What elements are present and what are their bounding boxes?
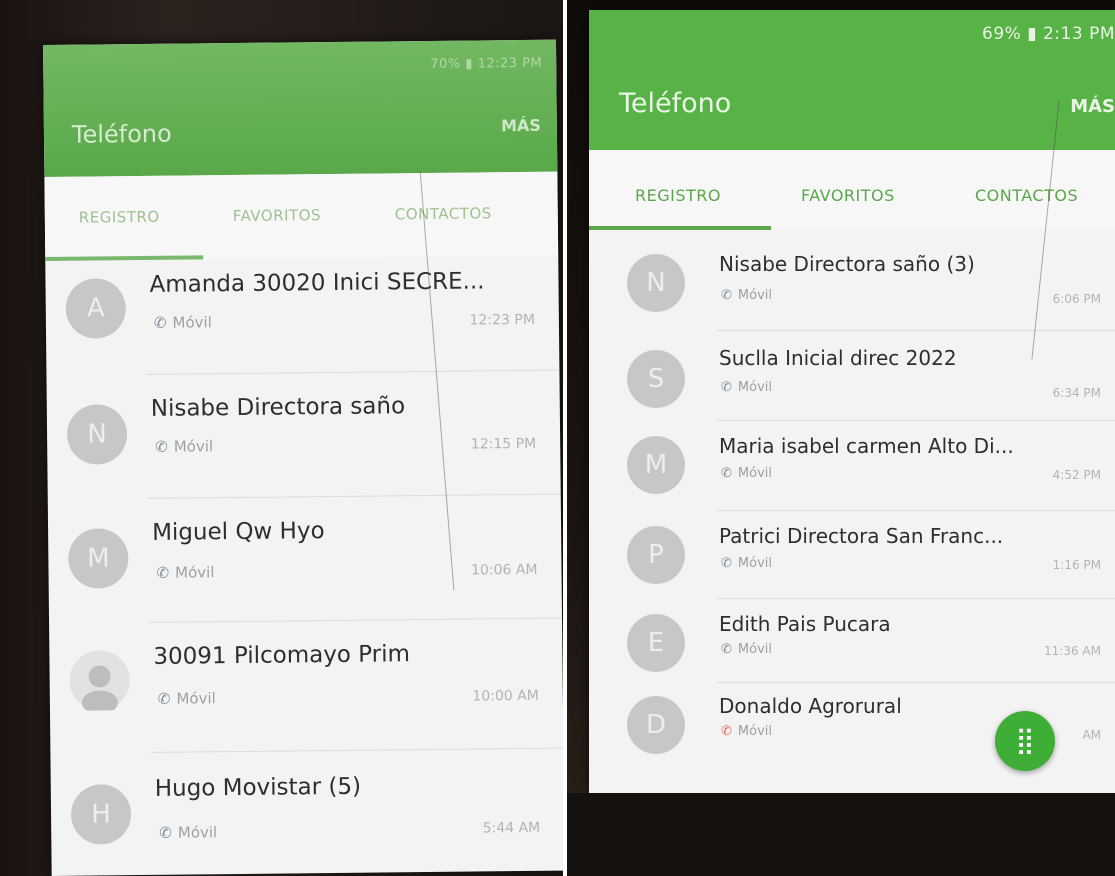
- right-call-row-4[interactable]: E Edith Pais Pucara ✆ Móvil 11:36 AM: [589, 598, 1115, 683]
- call-type: Móvil: [737, 724, 772, 739]
- contact-avatar: A: [65, 278, 127, 339]
- call-type: Móvil: [737, 380, 772, 395]
- left-call-row-0[interactable]: A Amanda 30020 Inici SECRE... ✆ Móvil 12:…: [45, 256, 560, 381]
- left-more-button[interactable]: MÁS: [501, 116, 541, 135]
- contact-name: Miguel Qw Hyo: [151, 518, 325, 546]
- right-app-title: Teléfono: [619, 88, 732, 119]
- contact-name: Edith Pais Pucara: [719, 612, 891, 636]
- right-tab-registro[interactable]: REGISTRO: [635, 186, 721, 205]
- right-tab-favoritos[interactable]: FAVORITOS: [801, 186, 895, 205]
- call-time: AM: [1082, 728, 1101, 742]
- incoming-call-icon: ✆: [153, 313, 167, 332]
- left-app-bar: 70% ▮ 12:23 PM Teléfono MÁS: [43, 39, 558, 177]
- left-call-log: A Amanda 30020 Inici SECRE... ✆ Móvil 12:…: [45, 256, 563, 876]
- call-time: 6:34 PM: [1052, 386, 1101, 400]
- contact-name: Patrici Directora San Franc...: [719, 524, 1004, 548]
- contact-name: Amanda 30020 Inici SECRE...: [149, 268, 485, 298]
- call-time: 6:06 PM: [1052, 292, 1101, 306]
- incoming-call-icon: ✆: [159, 823, 172, 842]
- incoming-call-icon: ✆: [721, 466, 732, 481]
- contact-name: Suclla Inicial direc 2022: [719, 346, 957, 370]
- call-time: 1:16 PM: [1052, 558, 1101, 572]
- right-tab-contactos[interactable]: CONTACTOS: [975, 186, 1078, 205]
- contact-avatar: N: [66, 404, 128, 465]
- left-tab-favoritos[interactable]: FAVORITOS: [233, 206, 321, 225]
- left-phone-photo: 70% ▮ 12:23 PM Teléfono MÁS REGISTRO FAV…: [0, 0, 563, 876]
- contact-avatar: P: [627, 526, 685, 584]
- left-call-row-4[interactable]: H Hugo Movistar (5) ✆ Móvil 5:44 AM: [50, 750, 563, 876]
- right-call-row-2[interactable]: M Maria isabel carmen Alto Di... ✆ Móvil …: [589, 420, 1115, 511]
- call-type: Móvil: [737, 288, 772, 303]
- call-type: Móvil: [176, 689, 216, 708]
- contact-avatar: S: [627, 350, 685, 408]
- call-time: 11:36 AM: [1044, 644, 1101, 658]
- call-type: Móvil: [175, 563, 215, 582]
- call-time: 10:00 AM: [472, 687, 539, 705]
- left-call-row-1[interactable]: N Nisabe Directora saño ✆ Móvil 12:15 PM: [47, 376, 561, 499]
- call-time: 5:44 AM: [482, 819, 541, 837]
- left-call-row-2[interactable]: M Miguel Qw Hyo ✆ Móvil 10:06 AM: [48, 494, 563, 623]
- contact-photo-icon: [69, 650, 130, 715]
- contact-name: Nisabe Directora saño: [150, 393, 406, 422]
- contact-avatar: N: [627, 254, 685, 312]
- row-divider: [146, 369, 560, 375]
- contact-name: Hugo Movistar (5): [154, 773, 362, 802]
- incoming-call-icon: ✆: [157, 689, 171, 708]
- call-type: Móvil: [172, 313, 212, 332]
- incoming-call-icon: ✆: [721, 380, 732, 395]
- left-call-row-3[interactable]: 30091 Pilcomayo Prim ✆ Móvil 10:00 AM: [49, 622, 563, 755]
- call-type: Móvil: [737, 556, 772, 571]
- incoming-call-icon: ✆: [721, 288, 732, 303]
- incoming-call-icon: ✆: [721, 556, 732, 571]
- left-tab-bar: REGISTRO FAVORITOS CONTACTOS: [44, 171, 559, 261]
- right-tab-bar: REGISTRO FAVORITOS CONTACTOS: [589, 150, 1115, 230]
- call-type: Móvil: [177, 823, 218, 842]
- right-status-bar: 69% ▮ 2:13 PM: [982, 24, 1115, 44]
- left-phone-screen: 70% ▮ 12:23 PM Teléfono MÁS REGISTRO FAV…: [43, 39, 563, 876]
- incoming-call-icon: ✆: [155, 437, 168, 456]
- call-time: 12:15 PM: [470, 435, 537, 453]
- contact-avatar: M: [68, 528, 129, 589]
- left-tab-contactos[interactable]: CONTACTOS: [395, 204, 492, 223]
- call-type: Móvil: [173, 437, 214, 456]
- call-type: Móvil: [737, 642, 772, 657]
- left-tab-registro[interactable]: REGISTRO: [79, 208, 160, 227]
- left-status-bar: 70% ▮ 12:23 PM: [430, 55, 543, 72]
- contact-name: 30091 Pilcomayo Prim: [153, 641, 411, 670]
- contact-avatar: E: [627, 614, 685, 672]
- contact-avatar: H: [70, 784, 132, 845]
- right-app-bar: 69% ▮ 2:13 PM Teléfono MÁS: [589, 10, 1115, 150]
- dialpad-icon[interactable]: ⣿: [995, 711, 1055, 771]
- call-type: Móvil: [737, 466, 772, 481]
- right-phone-screen: 69% ▮ 2:13 PM Teléfono MÁS REGISTRO FAVO…: [589, 10, 1115, 793]
- contact-avatar: D: [627, 696, 685, 754]
- phone-bezel: [567, 793, 1115, 876]
- contact-name: Donaldo Agrorural: [719, 694, 902, 718]
- contact-name: Maria isabel carmen Alto Di...: [719, 434, 1014, 458]
- right-call-row-1[interactable]: S Suclla Inicial direc 2022 ✆ Móvil 6:34 …: [589, 330, 1115, 430]
- right-more-button[interactable]: MÁS: [1070, 96, 1115, 117]
- right-phone-photo: 69% ▮ 2:13 PM Teléfono MÁS REGISTRO FAVO…: [567, 0, 1115, 876]
- missed-call-icon: ✆: [721, 724, 732, 739]
- contact-avatar: M: [627, 436, 685, 494]
- incoming-call-icon: ✆: [721, 642, 732, 657]
- right-call-row-3[interactable]: P Patrici Directora San Franc... ✆ Móvil …: [589, 510, 1115, 600]
- incoming-call-icon: ✆: [156, 563, 170, 582]
- call-time: 10:06 AM: [470, 561, 538, 579]
- left-app-title: Teléfono: [71, 119, 172, 149]
- call-time: 12:23 PM: [469, 311, 535, 329]
- call-time: 4:52 PM: [1052, 468, 1101, 482]
- contact-name: Nisabe Directora saño (3): [719, 252, 975, 276]
